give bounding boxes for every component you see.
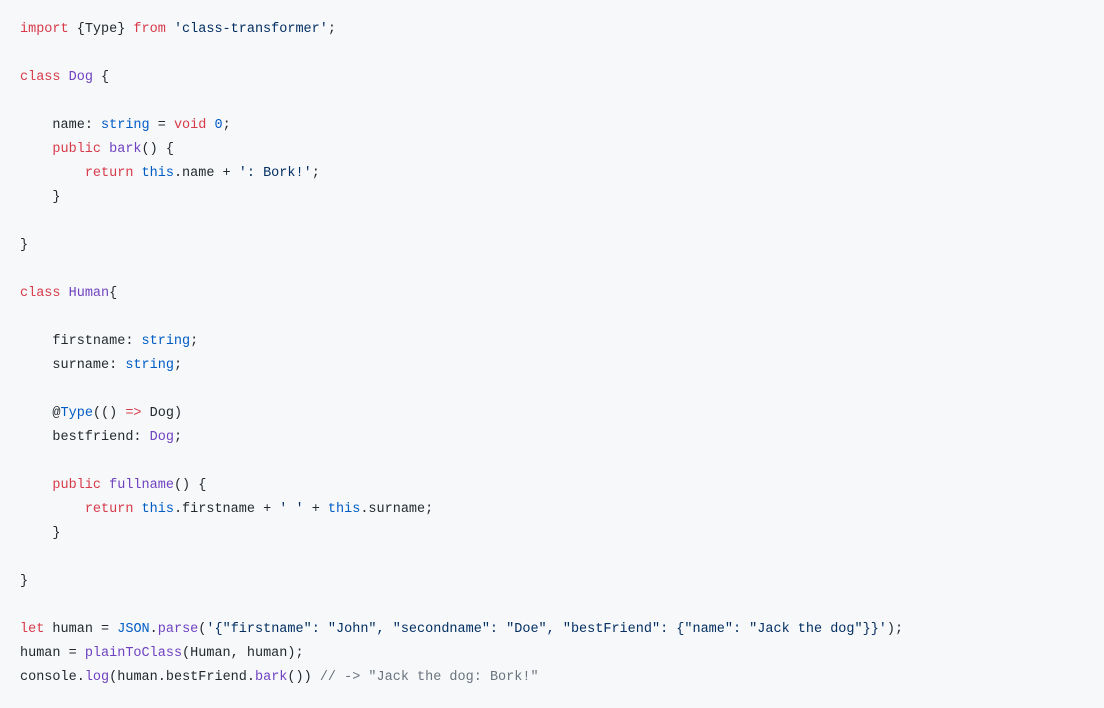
prop-surname-ref: surname [368,502,425,517]
prop-name: name [52,118,84,133]
keyword-class: class [20,286,61,301]
prop-firstname-ref: firstname [182,502,255,517]
class-dog: Dog [69,70,93,85]
prop-bestfriend-ref: bestFriend [166,670,247,685]
ref-dog: Dog [150,406,174,421]
keyword-class: class [20,70,61,85]
string-bork: ': Bork!' [239,166,312,181]
var-human-ref: human [117,670,158,685]
method-bark-call: bark [255,670,287,685]
prop-surname: surname [52,358,109,373]
ident-type: Type [85,22,117,37]
method-bark: bark [109,142,141,157]
keyword-public: public [52,142,101,157]
arg-human-class: Human [190,646,231,661]
prop-name-ref: name [182,166,214,181]
string-space: ' ' [279,502,303,517]
ident-json: JSON [117,622,149,637]
type-dog: Dog [150,430,174,445]
method-log: log [85,670,109,685]
keyword-return: return [85,166,134,181]
keyword-import: import [20,22,69,37]
var-human: human [52,622,93,637]
type-string: string [101,118,150,133]
keyword-from: from [133,22,165,37]
prop-bestfriend: bestfriend [52,430,133,445]
class-human: Human [69,286,110,301]
number-zero: 0 [214,118,222,133]
prop-firstname: firstname [52,334,125,349]
keyword-void: void [174,118,206,133]
ident-console: console [20,670,77,685]
code-block: import {Type} from 'class-transformer'; … [0,0,1104,708]
comment-output: // -> "Jack the dog: Bork!" [320,670,539,685]
type-string: string [142,334,191,349]
string-module: 'class-transformer' [174,22,328,37]
keyword-public: public [52,478,101,493]
keyword-this: this [328,502,360,517]
method-parse: parse [158,622,199,637]
keyword-let: let [20,622,44,637]
keyword-this: this [142,166,174,181]
var-human-reassign: human [20,646,61,661]
keyword-this: this [142,502,174,517]
arg-human-var: human [247,646,288,661]
string-json-payload: '{"firstname": "John", "secondname": "Do… [206,622,887,637]
type-string: string [125,358,174,373]
arrow: => [125,406,141,421]
keyword-return: return [85,502,134,517]
method-fullname: fullname [109,478,174,493]
decorator-type: Type [61,406,93,421]
fn-plaintoclass: plainToClass [85,646,182,661]
